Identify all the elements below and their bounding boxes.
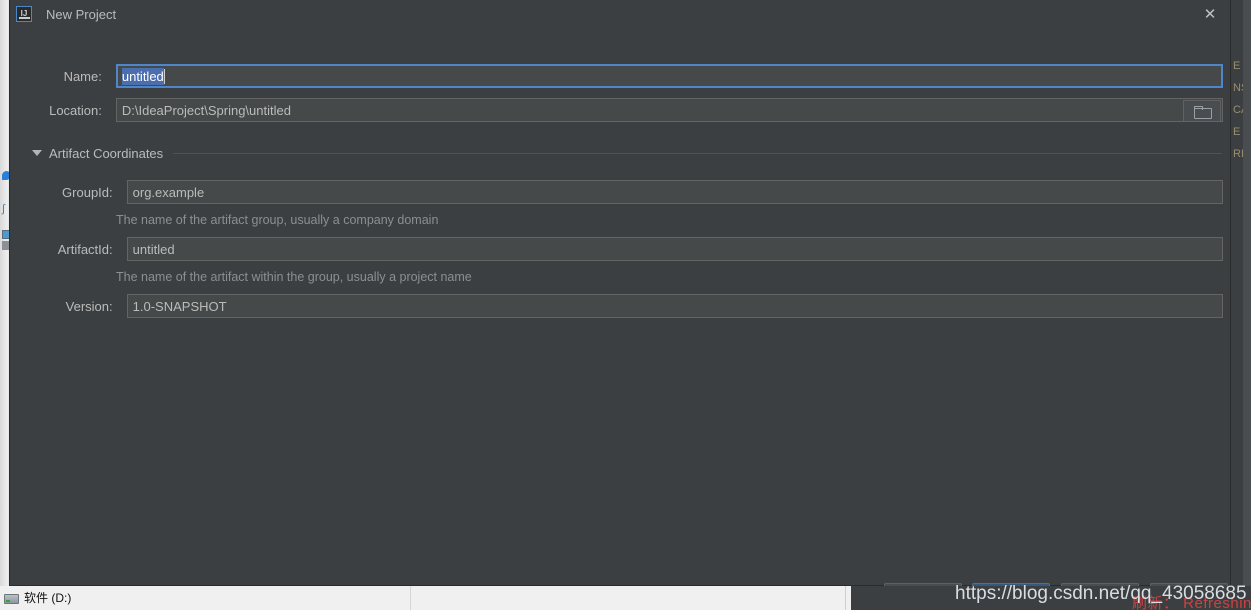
project-name-input[interactable]: untitled [115,64,1223,88]
version-label: Version: [65,298,113,314]
version-value: 1.0-SNAPSHOT [132,298,227,314]
project-location-input[interactable]: D:\IdeaProject\Spring\untitled [115,98,1223,122]
artifactid-input[interactable]: untitled [126,237,1223,261]
artifact-coordinates-section-header[interactable]: Artifact Coordinates [32,144,1222,162]
groupid-input[interactable]: org.example [126,180,1223,204]
artifact-coordinates-title: Artifact Coordinates [49,145,164,161]
text-caret [163,68,165,84]
name-label: Name: [63,68,102,84]
explorer-column-separator [410,586,411,610]
version-input[interactable]: 1.0-SNAPSHOT [126,294,1223,318]
name-field-row: Name: untitled [23,64,1223,88]
dialog-title: New Project [46,6,117,22]
watermark-url: https://blog.csdn.net/qq_43058685 [955,583,1247,604]
browse-folder-button[interactable] [1183,100,1221,121]
groupid-hint: The name of the artifact group, usually … [116,213,439,227]
groupid-field-row: GroupId: org.example [23,180,1223,204]
triangle-down-icon[interactable] [32,150,42,156]
version-field-row: Version: 1.0-SNAPSHOT [23,294,1223,318]
screen: ∫ E NS CA E RE IJ New Project ✕ Name: un… [0,0,1251,610]
location-label: Location: [49,102,102,118]
dialog-body: Name: untitled Location: D:\IdeaProject\… [10,28,1230,609]
explorer-drive-label: 软件 (D:) [24,591,72,605]
groupid-label: GroupId: [62,184,113,200]
intellij-idea-icon: IJ [16,6,32,22]
dialog-titlebar: IJ New Project ✕ [10,0,1230,28]
explorer-column-separator [845,586,846,610]
artifactid-label: ArtifactId: [57,241,113,257]
project-name-value: untitled [121,67,164,85]
artifactid-field-row: ArtifactId: untitled [23,237,1223,261]
location-field-row: Location: D:\IdeaProject\Spring\untitled [23,98,1223,122]
section-divider [173,152,1222,154]
artifactid-hint: The name of the artifact within the grou… [116,270,472,284]
bg-text-fragment: E [1233,126,1241,138]
drive-icon [4,594,19,604]
bg-text-fragment: E [1233,60,1241,72]
project-location-value: D:\IdeaProject\Spring\untitled [121,102,291,118]
groupid-value: org.example [132,184,205,200]
intellij-idea-icon-bar [19,17,30,19]
new-project-dialog: IJ New Project ✕ Name: untitled Location… [9,0,1231,609]
close-icon[interactable]: ✕ [1190,0,1230,28]
background-right-edge [1243,0,1251,586]
folder-icon [1194,105,1212,119]
artifactid-value: untitled [132,241,175,257]
